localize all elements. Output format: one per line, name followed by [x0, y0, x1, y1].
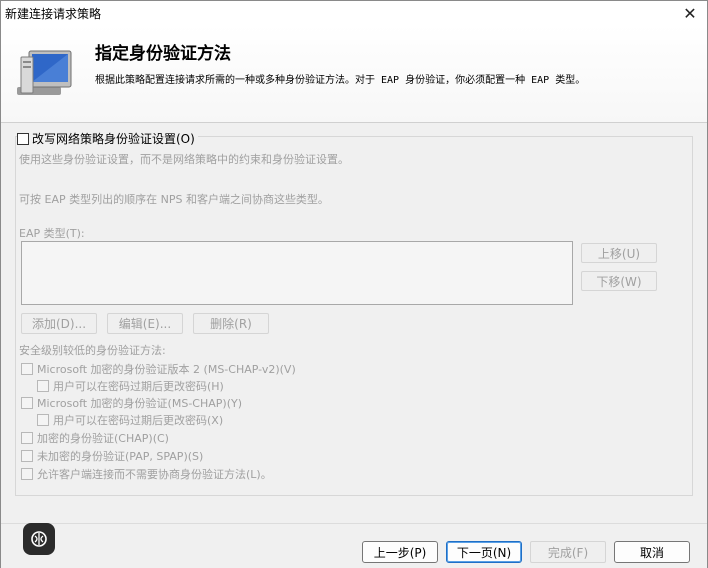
assistant-icon[interactable]: [23, 523, 55, 555]
mschapv2-change-password-checkbox[interactable]: [37, 380, 49, 392]
close-icon[interactable]: ✕: [673, 1, 707, 25]
cancel-button[interactable]: 取消: [614, 541, 690, 563]
move-down-button[interactable]: 下移(W): [581, 271, 657, 291]
mschapv2-change-password-label: 用户可以在密码过期后更改密码(H): [53, 380, 224, 393]
page-heading: 指定身份验证方法: [95, 44, 231, 64]
option-pap[interactable]: 未加密的身份验证(PAP, SPAP)(S): [21, 448, 203, 464]
option-no-negotiation[interactable]: 允许客户端连接而不需要协商身份验证方法(L)。: [21, 466, 272, 482]
chap-label: 加密的身份验证(CHAP)(C): [37, 432, 169, 445]
less-secure-methods-label: 安全级别较低的身份验证方法:: [19, 344, 166, 357]
eap-types-list[interactable]: [21, 241, 573, 305]
mschap-change-password-checkbox[interactable]: [37, 414, 49, 426]
option-mschapv2-change-password[interactable]: 用户可以在密码过期后更改密码(H): [37, 378, 224, 394]
add-button[interactable]: 添加(D)...: [21, 313, 97, 334]
page-description: 根据此策略配置连接请求所需的一种或多种身份验证方法。对于 EAP 身份验证，你必…: [95, 75, 586, 86]
override-checkbox[interactable]: [17, 132, 29, 145]
next-button[interactable]: 下一页(N): [446, 541, 522, 563]
mschap-change-password-label: 用户可以在密码过期后更改密码(X): [53, 414, 224, 427]
dialog-window: 新建连接请求策略 ✕ 指定身份验证方法 根据此策略配置连接请求所需的一种或多种身…: [0, 0, 708, 568]
back-button[interactable]: 上一步(P): [362, 541, 438, 563]
remove-button[interactable]: 删除(R): [193, 313, 269, 334]
override-info-2: 可按 EAP 类型列出的顺序在 NPS 和客户端之间协商这些类型。: [19, 193, 329, 206]
mschapv2-label: Microsoft 加密的身份验证版本 2 (MS-CHAP-v2)(V): [37, 363, 296, 376]
option-mschapv2[interactable]: Microsoft 加密的身份验证版本 2 (MS-CHAP-v2)(V): [21, 361, 296, 377]
title-bar: 新建连接请求策略 ✕: [1, 1, 707, 25]
option-mschap[interactable]: Microsoft 加密的身份验证(MS-CHAP)(Y): [21, 395, 242, 411]
override-checkbox-row[interactable]: 改写网络策略身份验证设置(O): [17, 130, 198, 147]
mschapv2-checkbox[interactable]: [21, 363, 33, 375]
window-title: 新建连接请求策略: [5, 7, 102, 21]
wizard-header: 指定身份验证方法 根据此策略配置连接请求所需的一种或多种身份验证方法。对于 EA…: [1, 25, 707, 123]
pap-label: 未加密的身份验证(PAP, SPAP)(S): [37, 450, 204, 463]
mschap-checkbox[interactable]: [21, 397, 33, 409]
override-checkbox-label: 改写网络策略身份验证设置(O): [32, 132, 195, 146]
brain-icon: [31, 531, 47, 547]
eap-types-label: EAP 类型(T):: [19, 227, 85, 240]
edit-button[interactable]: 编辑(E)...: [107, 313, 183, 334]
computer-monitor-icon: [17, 50, 72, 95]
option-mschap-change-password[interactable]: 用户可以在密码过期后更改密码(X): [37, 412, 223, 428]
mschap-label: Microsoft 加密的身份验证(MS-CHAP)(Y): [37, 397, 242, 410]
move-up-button[interactable]: 上移(U): [581, 243, 657, 263]
option-chap[interactable]: 加密的身份验证(CHAP)(C): [21, 430, 169, 446]
no-negotiation-checkbox[interactable]: [21, 468, 33, 480]
chap-checkbox[interactable]: [21, 432, 33, 444]
pap-checkbox[interactable]: [21, 450, 33, 462]
no-negotiation-label: 允许客户端连接而不需要协商身份验证方法(L)。: [37, 468, 272, 481]
override-info-1: 使用这些身份验证设置，而不是网络策略中的约束和身份验证设置。: [19, 153, 349, 166]
finish-button[interactable]: 完成(F): [530, 541, 606, 563]
